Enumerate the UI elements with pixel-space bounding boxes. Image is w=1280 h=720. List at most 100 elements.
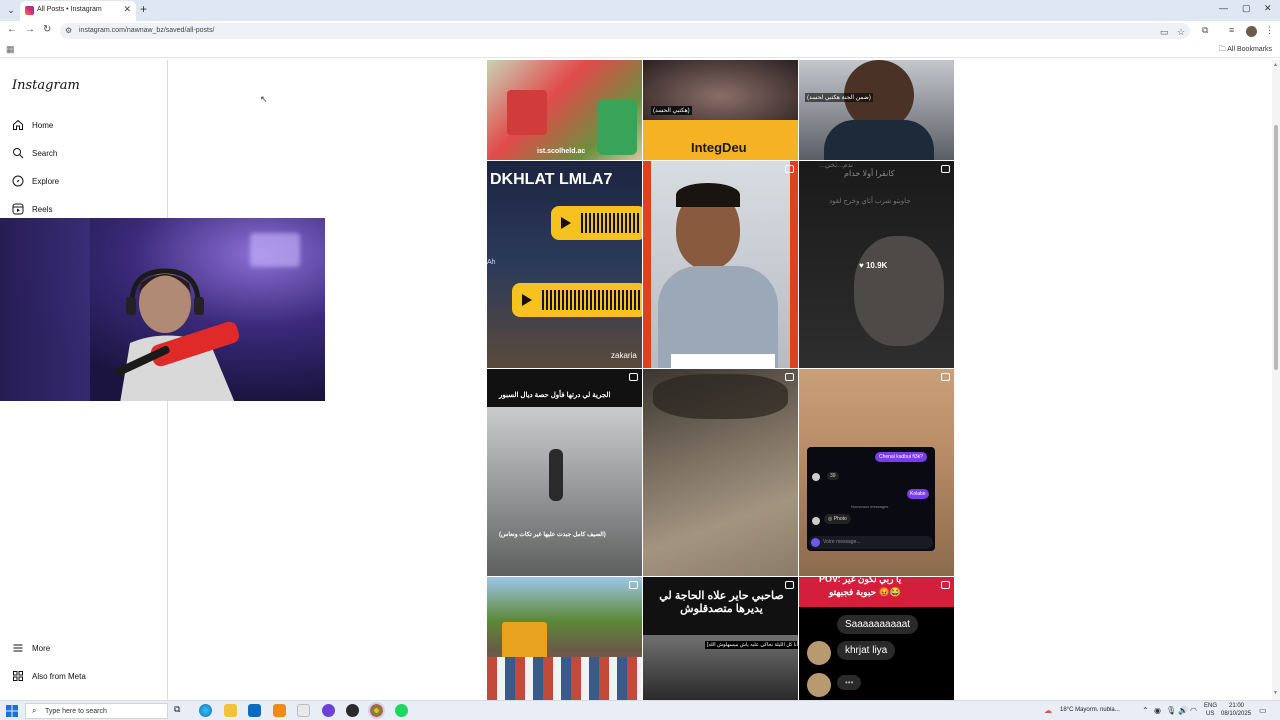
reel-icon (629, 373, 638, 381)
bookmark-star-icon[interactable]: ☆ (1177, 27, 1185, 38)
profile-avatar[interactable] (1246, 26, 1257, 37)
avatar (812, 473, 820, 481)
weather-text[interactable]: 18°C Mayorm. nubla... (1060, 707, 1120, 713)
post-tile[interactable]: الجرية لي درتها فأول حصة ديال السبور (ال… (487, 369, 642, 576)
address-bar[interactable]: ⚙ instagram.com/nawnaw_bz/saved/all-post… (60, 23, 1190, 39)
photo-icon: ◎ (828, 516, 833, 522)
minimize-button[interactable]: — (1219, 3, 1228, 13)
close-window-button[interactable]: ✕ (1264, 3, 1272, 14)
compass-icon (12, 175, 24, 187)
webcam-overlay (0, 218, 325, 401)
clock-date[interactable]: 08/10/2025 (1221, 711, 1251, 717)
volume-icon[interactable]: 🔊 (1178, 706, 1188, 715)
streamer-figure (113, 268, 240, 401)
apps-grid-icon[interactable]: ▦ (6, 44, 15, 55)
sidebar-item-reels[interactable]: Reels (12, 201, 52, 217)
reel-icon (941, 581, 950, 589)
store-icon[interactable] (297, 704, 310, 717)
extensions-icon[interactable]: ⧉ (1202, 25, 1208, 36)
media-controls-icon[interactable]: ≡ (1229, 25, 1234, 35)
post-tile[interactable] (487, 577, 642, 700)
instagram-logo[interactable]: Instagram (12, 78, 80, 93)
taskbar-search-box[interactable]: ⌕ Type here to search (25, 703, 168, 719)
play-icon (522, 294, 532, 306)
tab-title: All Posts • Instagram (37, 6, 102, 13)
tray-chevron-icon[interactable]: ⌃ (1142, 706, 1149, 715)
post-caption: [أنا كل الليلة نحاكي عليه ياش ميسهلوش ال… (705, 641, 798, 649)
typing-indicator: ••• (837, 675, 862, 690)
sidebar-item-home[interactable]: Home (12, 117, 53, 133)
all-bookmarks-button[interactable]: 🗀 All Bookmarks (1219, 45, 1272, 56)
weather-icon[interactable]: ☁ (1044, 706, 1052, 715)
all-bookmarks-label: All Bookmarks (1227, 46, 1272, 53)
caption-box (671, 354, 775, 368)
task-view-icon[interactable]: ⧉ (174, 704, 187, 717)
post-tile[interactable]: DKHLAT LMLA7 Ah zakaria (487, 161, 642, 368)
post-headline: صاحبي حاير علاه الحاجة لي يديرها متصدقلو… (659, 590, 784, 615)
scroll-down-icon[interactable]: ▼ (1273, 690, 1278, 696)
windows-start-icon[interactable] (6, 705, 18, 717)
chat-bubble: Kolabe (907, 489, 929, 499)
person-jacket (824, 120, 934, 160)
waveform (581, 213, 641, 233)
chat-bubble: Saaaaaaaaaat (837, 615, 919, 634)
file-explorer-icon[interactable] (224, 704, 237, 717)
post-tile[interactable]: (هكتبي الحسد) IntegDeu (643, 60, 798, 160)
heart-icon: ♥ (859, 261, 864, 270)
browser-tab-active[interactable]: All Posts • Instagram ✕ (20, 1, 136, 21)
wifi-icon[interactable]: ◠ (1190, 706, 1197, 715)
post-tile[interactable]: ist.scolheld.ac (487, 60, 642, 160)
sidebar-item-more[interactable]: More (12, 640, 50, 656)
browser-tab-bar: ⌄ All Posts • Instagram ✕ + — ▢ ✕ (0, 0, 1280, 21)
tab-close-icon[interactable]: ✕ (123, 4, 131, 15)
outlook-icon[interactable] (248, 704, 261, 717)
browser-toolbar: ← → ↻ ⚙ instagram.com/nawnaw_bz/saved/al… (0, 21, 1280, 41)
home-icon (13, 119, 23, 130)
site-info-icon[interactable]: ⚙ (65, 26, 72, 35)
browser-menu-icon[interactable]: ⋮ (1265, 25, 1274, 36)
post-tile[interactable] (643, 161, 798, 368)
network-icon[interactable]: ◉ (1154, 706, 1161, 715)
post-tile[interactable] (643, 369, 798, 576)
microphone-icon[interactable]: 🎙 (1166, 706, 1176, 715)
forward-button[interactable]: → (25, 24, 35, 35)
sidebar-item-label: Explore (32, 176, 60, 186)
sidebar-item-label: Also from Meta (32, 671, 86, 681)
person-shirt (658, 266, 778, 368)
back-button[interactable]: ← (7, 24, 17, 35)
notifications-icon[interactable]: ▭ (1259, 706, 1267, 715)
side-text: Ah (487, 259, 496, 266)
language-code[interactable]: ENG (1204, 703, 1217, 709)
audio-card (551, 206, 642, 240)
post-tile[interactable]: ...ندم...تخي كانقرا أولا خدام جاوبتو شرب… (799, 161, 954, 368)
post-caption: ...ندم...تخي (819, 162, 853, 169)
sidebar-item-explore[interactable]: Explore (12, 173, 59, 189)
post-tile[interactable]: POV: يا ربي نكون غير حبوبة فجبهتو 😡😂 Saa… (799, 577, 954, 700)
new-tab-button[interactable]: + (140, 2, 147, 16)
page-scrollbar[interactable]: ▲ ▼ (1272, 60, 1280, 700)
scroll-thumb[interactable] (1274, 125, 1278, 370)
sidebar-item-search[interactable]: Search (12, 145, 57, 161)
bookmarks-bar: ▦ 🗀 All Bookmarks (0, 41, 1280, 58)
keyboard-layout[interactable]: US (1206, 711, 1214, 717)
sidebar-item-also-from-meta[interactable]: Also from Meta (12, 668, 86, 684)
search-icon (13, 148, 24, 159)
clock-time[interactable]: 21:00 (1229, 703, 1244, 709)
maximize-button[interactable]: ▢ (1242, 3, 1251, 14)
vlc-icon[interactable] (273, 704, 286, 717)
install-app-icon[interactable]: ▭ (1160, 27, 1169, 38)
post-tile[interactable]: صاحبي حاير علاه الحاجة لي يديرها متصدقلو… (643, 577, 798, 700)
tab-search-button[interactable]: ⌄ (4, 3, 18, 17)
discord-icon[interactable] (322, 704, 335, 717)
spotify-icon[interactable] (395, 704, 408, 717)
post-headline: DKHLAT LMLA7 (490, 171, 613, 188)
chat-screenshot: Chenai kadbui fi3k? 39 Kolabe Nouveaux m… (807, 447, 935, 551)
post-tile[interactable]: (ضمن الجنة هكتبي لحسد) (799, 60, 954, 160)
chat-bubble: ◎ Photo (824, 514, 851, 524)
chrome-icon[interactable] (368, 702, 385, 719)
post-tile[interactable]: Chenai kadbui fi3k? 39 Kolabe Nouveaux m… (799, 369, 954, 576)
edge-icon[interactable] (199, 704, 212, 717)
obs-icon[interactable] (346, 704, 359, 717)
scroll-up-icon[interactable]: ▲ (1273, 62, 1278, 68)
reload-button[interactable]: ↻ (43, 24, 51, 35)
